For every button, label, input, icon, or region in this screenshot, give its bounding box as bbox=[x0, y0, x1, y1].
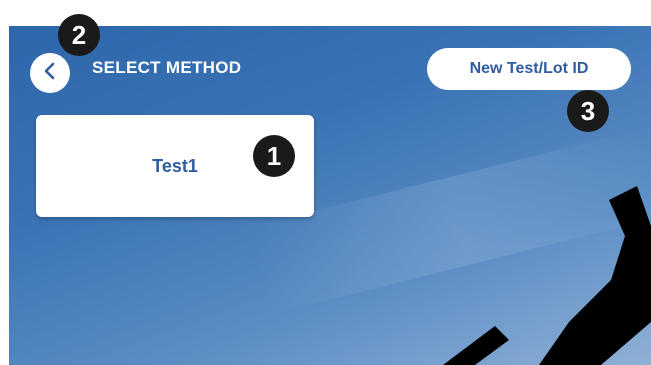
callout-marker-2: 2 bbox=[58, 14, 100, 56]
callout-marker-1: 1 bbox=[253, 135, 295, 177]
callout-marker-3: 3 bbox=[567, 90, 609, 132]
screen: SELECT METHOD New Test/Lot ID Test1 bbox=[9, 26, 651, 365]
watermark-strokes bbox=[443, 186, 651, 365]
